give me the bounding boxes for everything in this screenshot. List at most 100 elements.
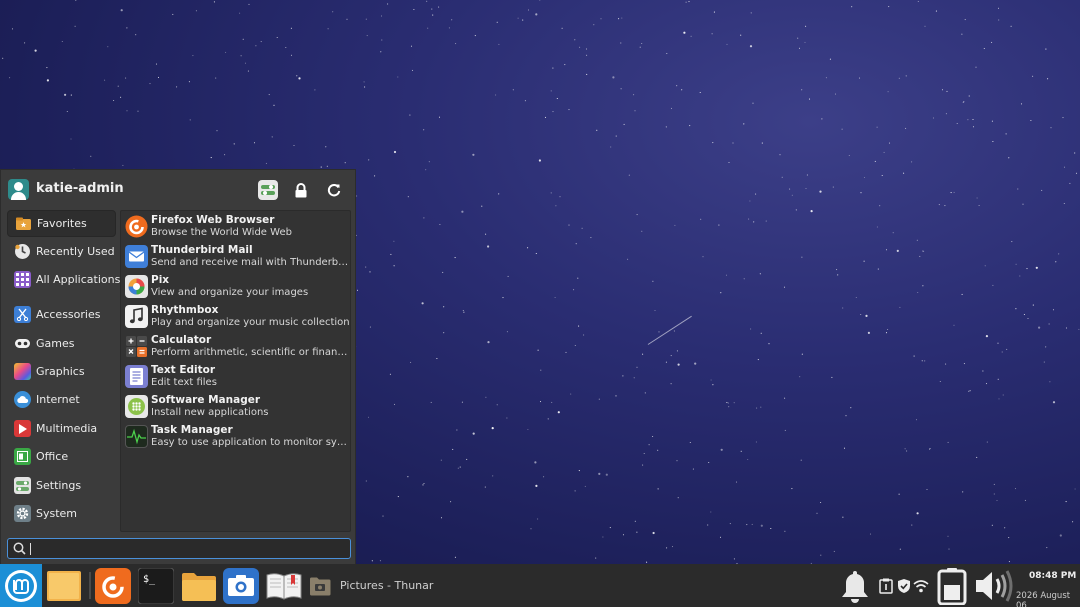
volume-icon bbox=[976, 569, 1013, 602]
category-label: Recently Used bbox=[36, 245, 115, 258]
category-system[interactable]: System bbox=[7, 500, 116, 527]
app-task-manager[interactable]: Task Manager Easy to use application to … bbox=[123, 422, 350, 452]
terminal-launcher[interactable]: $_ bbox=[136, 564, 176, 607]
menu-button[interactable] bbox=[0, 564, 42, 607]
app-description: Perform arithmetic, scientific or financ… bbox=[151, 347, 350, 358]
app-rhythmbox[interactable]: Rhythmbox Play and organize your music c… bbox=[123, 302, 350, 332]
app-text-editor[interactable]: Text Editor Edit text files bbox=[123, 362, 350, 392]
category-sidebar: Favorites Recently Used All Applications… bbox=[1, 208, 120, 533]
category-label: Multimedia bbox=[36, 422, 98, 435]
desktop-icon bbox=[47, 570, 81, 601]
cloud-icon bbox=[14, 391, 31, 408]
firefox-icon bbox=[95, 567, 131, 604]
task-label[interactable]: Pictures - Thunar bbox=[340, 579, 433, 592]
task-thunar[interactable] bbox=[307, 564, 333, 607]
category-all-applications[interactable]: All Applications bbox=[7, 266, 120, 293]
category-internet[interactable]: Internet bbox=[7, 386, 116, 413]
logout-button[interactable] bbox=[324, 180, 344, 200]
category-label: Office bbox=[36, 450, 69, 463]
clipboard-icon bbox=[879, 578, 893, 594]
music-note-icon bbox=[125, 305, 148, 328]
app-name: Pix bbox=[151, 274, 170, 286]
app-name: Text Editor bbox=[151, 364, 216, 376]
task-manager-icon bbox=[125, 425, 148, 448]
app-thunderbird[interactable]: Thunderbird Mail Send and receive mail w… bbox=[123, 242, 350, 272]
calculator-icon bbox=[125, 335, 148, 358]
app-description: Send and receive mail with Thunderbird bbox=[151, 257, 350, 268]
category-settings[interactable]: Settings bbox=[7, 472, 116, 499]
category-accessories[interactable]: Accessories bbox=[7, 301, 116, 328]
app-description: Easy to use application to monitor syste… bbox=[151, 437, 350, 448]
notifications-button[interactable] bbox=[838, 564, 872, 607]
category-label: All Applications bbox=[36, 273, 121, 286]
settings-toggle-icon bbox=[261, 185, 275, 195]
palette-icon bbox=[14, 363, 31, 380]
app-description: Install new applications bbox=[151, 407, 269, 418]
grid-icon bbox=[14, 271, 31, 288]
settings-manager-button[interactable] bbox=[258, 180, 278, 200]
category-label: Accessories bbox=[36, 308, 101, 321]
category-label: System bbox=[36, 507, 78, 520]
menu-header: katie-admin bbox=[1, 170, 357, 208]
gear-icon bbox=[14, 505, 31, 522]
battery-icon bbox=[937, 567, 967, 605]
taskbar-separator bbox=[89, 572, 91, 599]
category-label: Graphics bbox=[36, 365, 85, 378]
clipboard-button[interactable] bbox=[878, 564, 894, 607]
category-label: Internet bbox=[36, 393, 80, 406]
firefox-launcher[interactable] bbox=[93, 564, 133, 607]
app-description: Play and organize your music collection bbox=[151, 317, 350, 328]
app-description: View and organize your images bbox=[151, 287, 309, 298]
mint-logo-icon bbox=[5, 569, 37, 602]
app-description: Edit text files bbox=[151, 377, 217, 388]
files-launcher[interactable] bbox=[178, 564, 220, 607]
app-pix[interactable]: Pix View and organize your images bbox=[123, 272, 350, 302]
toggles-icon bbox=[14, 477, 31, 494]
power-refresh-icon bbox=[327, 184, 341, 197]
app-software-manager[interactable]: Software Manager Install new application… bbox=[123, 392, 350, 422]
lock-icon bbox=[295, 182, 307, 197]
svg-text:$_: $_ bbox=[143, 574, 156, 585]
terminal-icon: $_ bbox=[138, 567, 174, 604]
shield-icon bbox=[898, 578, 910, 593]
category-graphics[interactable]: Graphics bbox=[7, 358, 116, 385]
whisker-menu: katie-admin Favorites Recently Used All … bbox=[0, 169, 356, 564]
battery-button[interactable] bbox=[936, 564, 968, 607]
shield-button[interactable] bbox=[896, 564, 912, 607]
category-label: Games bbox=[36, 337, 75, 350]
folder-icon bbox=[182, 572, 216, 601]
search-input[interactable] bbox=[7, 538, 351, 559]
lock-screen-button[interactable] bbox=[291, 180, 311, 200]
app-description: Browse the World Wide Web bbox=[151, 227, 292, 238]
folder-star-icon bbox=[15, 215, 32, 232]
clock-time[interactable]: 08:48 PM bbox=[1029, 571, 1076, 581]
text-cursor bbox=[30, 543, 31, 555]
user-avatar-icon bbox=[8, 179, 29, 200]
scissors-icon bbox=[14, 306, 31, 323]
show-desktop-button[interactable] bbox=[44, 564, 84, 607]
category-recently-used[interactable]: Recently Used bbox=[7, 238, 116, 265]
category-favorites[interactable]: Favorites bbox=[7, 210, 116, 237]
notifications-icon bbox=[842, 570, 868, 603]
screenshot-launcher[interactable] bbox=[221, 564, 261, 607]
app-calculator[interactable]: Calculator Perform arithmetic, scientifi… bbox=[123, 332, 350, 362]
search-icon bbox=[13, 542, 26, 555]
category-office[interactable]: Office bbox=[7, 443, 116, 470]
help-launcher[interactable] bbox=[263, 564, 305, 607]
application-list: Firefox Web Browser Browse the World Wid… bbox=[120, 210, 351, 532]
volume-button[interactable] bbox=[972, 564, 1016, 607]
category-multimedia[interactable]: Multimedia bbox=[7, 415, 116, 442]
wifi-button[interactable] bbox=[913, 564, 929, 607]
camera-icon bbox=[223, 567, 259, 604]
app-firefox[interactable]: Firefox Web Browser Browse the World Wid… bbox=[123, 212, 350, 242]
username: katie-admin bbox=[36, 181, 124, 196]
clock-date[interactable]: 2026 August 06 bbox=[1016, 591, 1080, 607]
pix-icon bbox=[125, 275, 148, 298]
app-name: Software Manager bbox=[151, 394, 261, 406]
category-label: Favorites bbox=[37, 217, 87, 230]
folder-camera-icon bbox=[310, 577, 331, 595]
category-games[interactable]: Games bbox=[7, 330, 116, 357]
play-icon bbox=[14, 420, 31, 437]
firefox-icon bbox=[125, 215, 148, 238]
taskbar: $_ Pictures - Thunar 08:48 PM 2026 Augus… bbox=[0, 564, 1080, 607]
